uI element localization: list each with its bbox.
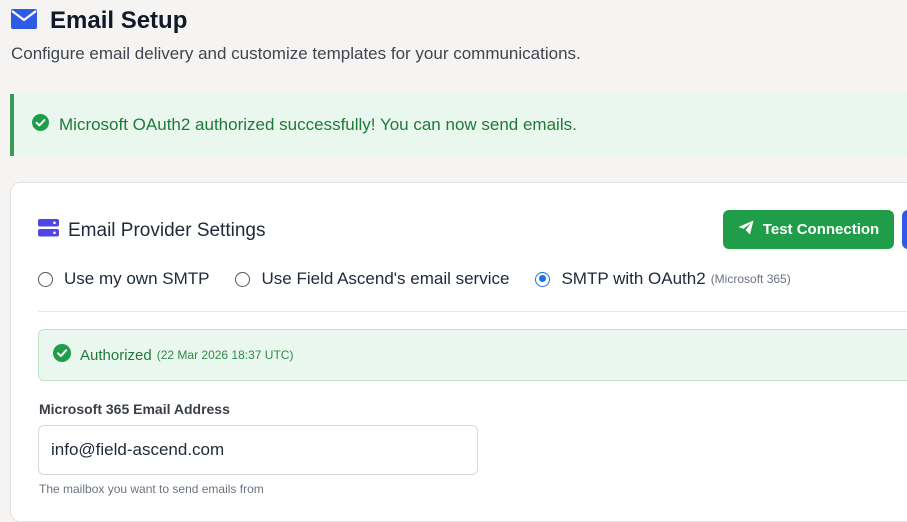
option-label: Use Field Ascend's email service xyxy=(261,269,510,288)
card-header: Email Provider Settings xyxy=(38,219,265,242)
option-label: Use my own SMTP xyxy=(64,269,210,288)
success-alert: Microsoft OAuth2 authorized successfully… xyxy=(10,94,907,156)
card-title: Email Provider Settings xyxy=(68,219,266,241)
option-label: SMTP with OAuth2 xyxy=(561,269,706,288)
check-circle-icon xyxy=(32,114,49,136)
authorized-status: Authorized (22 Mar 2026 18:37 UTC) xyxy=(38,329,907,381)
email-provider-card: Email Provider Settings Test Connection … xyxy=(10,182,907,522)
server-icon xyxy=(38,219,59,242)
envelope-icon xyxy=(10,8,50,35)
test-connection-label: Test Connection xyxy=(762,221,880,238)
divider xyxy=(38,311,907,312)
email-field-help: The mailbox you want to send emails from xyxy=(39,482,264,496)
page-subtitle: Configure email delivery and customize t… xyxy=(11,44,581,63)
paper-plane-icon xyxy=(738,220,763,239)
authorized-date: (22 Mar 2026 18:37 UTC) xyxy=(156,348,294,362)
title-row: Email Setup xyxy=(10,4,907,38)
page-title: Email Setup xyxy=(50,7,188,34)
page-header: Email Setup Configure email delivery and… xyxy=(10,4,907,64)
email-field-label: Microsoft 365 Email Address xyxy=(39,401,230,417)
provider-options: Use my own SMTP Use Field Ascend's email… xyxy=(38,269,817,289)
secondary-action-button[interactable] xyxy=(902,210,907,249)
radio-own-smtp[interactable] xyxy=(38,271,53,287)
radio-smtp-oauth2[interactable] xyxy=(535,271,551,287)
option-field-ascend-service[interactable]: Use Field Ascend's email service xyxy=(235,269,509,289)
alert-message: Microsoft OAuth2 authorized successfully… xyxy=(59,115,577,134)
option-smtp-oauth2[interactable]: SMTP with OAuth2 (Microsoft 365) xyxy=(535,269,791,289)
option-own-smtp[interactable]: Use my own SMTP xyxy=(38,269,209,289)
authorized-label: Authorized xyxy=(80,346,152,364)
option-note: (Microsoft 365) xyxy=(710,272,791,286)
test-connection-button[interactable]: Test Connection xyxy=(723,210,894,249)
email-address-input[interactable] xyxy=(38,425,478,475)
radio-field-ascend-service[interactable] xyxy=(235,271,251,287)
check-circle-icon xyxy=(53,343,71,367)
